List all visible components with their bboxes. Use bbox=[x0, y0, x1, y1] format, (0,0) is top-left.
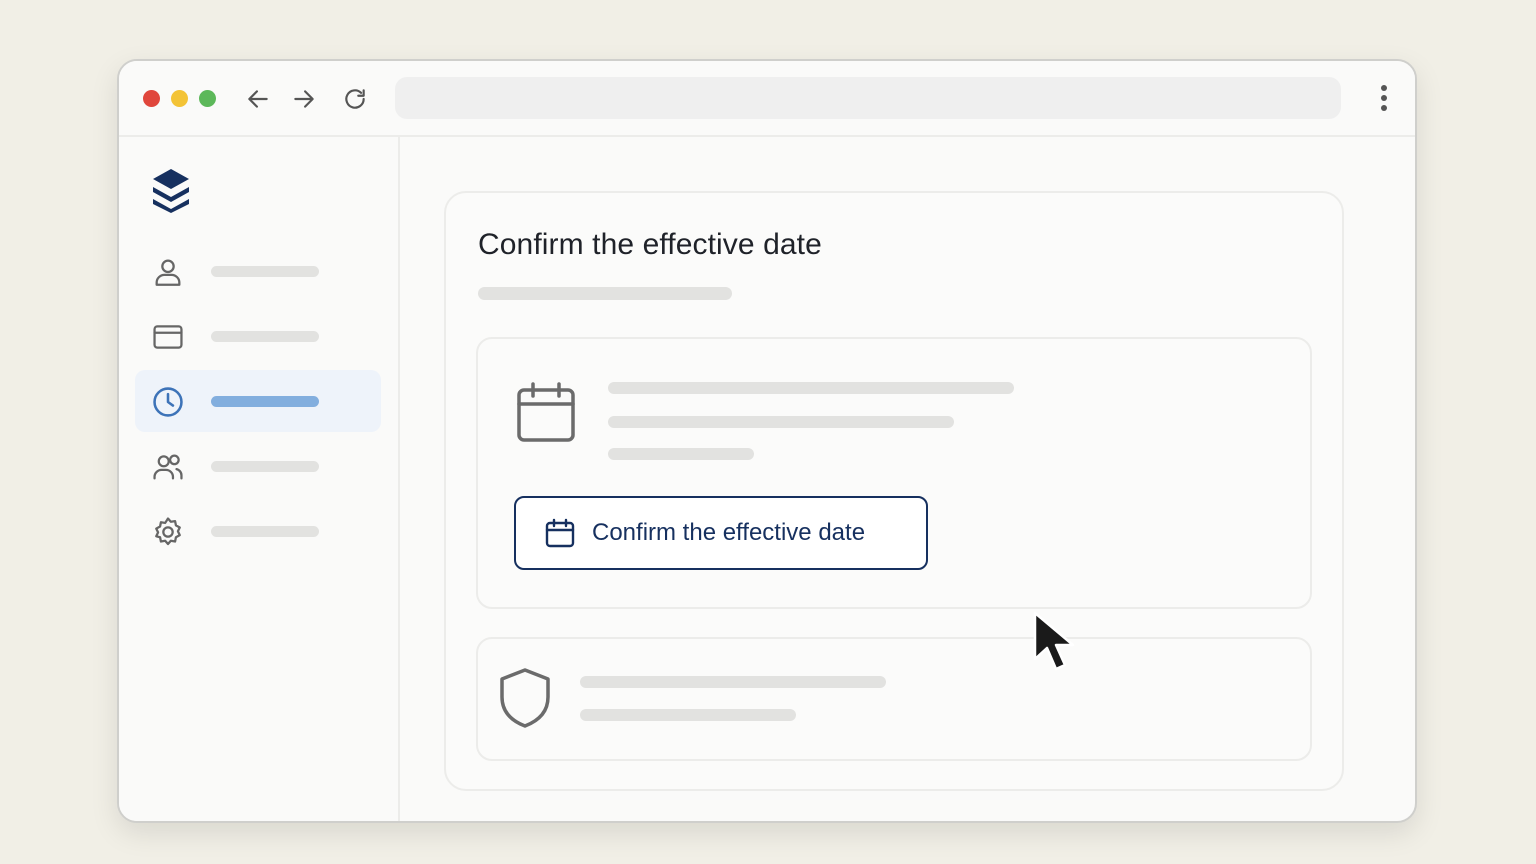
text-placeholder-line bbox=[608, 416, 954, 428]
text-placeholder-line bbox=[580, 676, 886, 688]
sidebar-item-label-placeholder bbox=[211, 526, 319, 537]
stacked-layers-logo-icon[interactable] bbox=[151, 167, 191, 213]
text-placeholder-line bbox=[580, 709, 796, 721]
back-icon[interactable] bbox=[244, 85, 272, 113]
user-icon bbox=[155, 259, 181, 286]
sidebar-item-settings[interactable] bbox=[135, 500, 381, 562]
forward-icon[interactable] bbox=[290, 85, 318, 113]
more-options-icon[interactable] bbox=[1374, 83, 1394, 113]
minimize-window-button[interactable] bbox=[171, 90, 188, 107]
sidebar-item-label-placeholder bbox=[211, 266, 319, 277]
page-title: Confirm the effective date bbox=[478, 228, 822, 261]
sidebar-item-billing[interactable] bbox=[135, 305, 381, 367]
mouse-pointer-icon bbox=[1033, 611, 1075, 671]
confirm-effective-date-button[interactable]: Confirm the effective date bbox=[514, 496, 928, 570]
users-icon bbox=[153, 454, 183, 480]
calendar-icon bbox=[545, 518, 575, 548]
reload-icon[interactable] bbox=[341, 85, 369, 113]
sidebar-item-history[interactable] bbox=[135, 370, 381, 432]
clock-icon bbox=[153, 387, 183, 417]
browser-toolbar bbox=[119, 61, 1415, 137]
sidebar-item-team[interactable] bbox=[135, 435, 381, 497]
credit-card-icon bbox=[153, 325, 183, 349]
calendar-icon bbox=[517, 382, 575, 442]
shield-icon bbox=[500, 668, 550, 728]
text-placeholder-line bbox=[608, 448, 754, 460]
close-window-button[interactable] bbox=[143, 90, 160, 107]
text-placeholder-line bbox=[608, 382, 1014, 394]
gear-icon bbox=[155, 517, 181, 546]
subtitle-placeholder bbox=[478, 287, 732, 300]
sidebar bbox=[119, 137, 400, 821]
sidebar-item-label-placeholder bbox=[211, 461, 319, 472]
address-bar[interactable] bbox=[395, 77, 1341, 119]
browser-window: Confirm the effective date Confirm the e… bbox=[117, 59, 1417, 823]
sidebar-item-label-placeholder bbox=[211, 331, 319, 342]
confirm-button-label: Confirm the effective date bbox=[592, 519, 866, 546]
security-section-card bbox=[476, 637, 1312, 761]
sidebar-item-label-placeholder bbox=[211, 396, 319, 407]
maximize-window-button[interactable] bbox=[199, 90, 216, 107]
sidebar-item-profile[interactable] bbox=[135, 240, 381, 302]
